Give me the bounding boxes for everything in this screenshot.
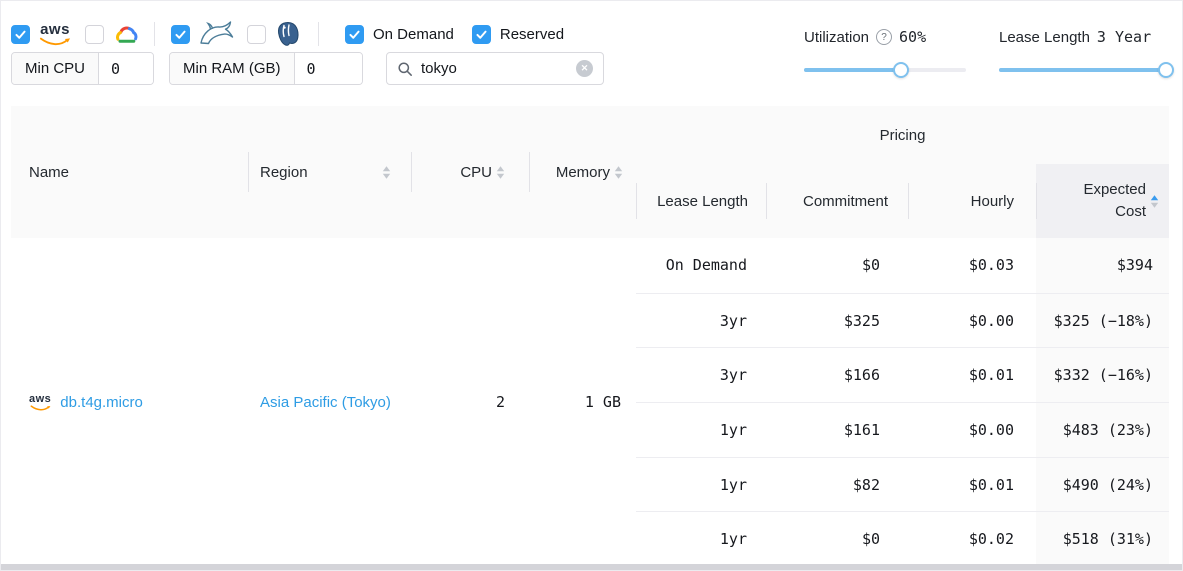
instance-row: aws db.t4g.micro Asia Pacific (Tokyo) 2 … — [11, 238, 636, 566]
commitment-value: $325 — [766, 293, 908, 348]
commitment-column-header[interactable]: Commitment — [766, 164, 908, 238]
filter-divider — [154, 22, 155, 46]
table-body: aws db.t4g.micro Asia Pacific (Tokyo) 2 … — [11, 238, 1169, 566]
min-cpu-label: Min CPU — [12, 53, 99, 84]
lease-length-value: 3yr — [636, 347, 766, 402]
aws-provider-checkbox[interactable] — [11, 25, 30, 44]
help-icon[interactable]: ? — [876, 29, 892, 45]
mysql-logo-icon — [199, 21, 235, 47]
pricing-row: 3yr $325 $0.00 $325 (−18%) — [636, 293, 1169, 348]
lease-length-slider-thumb[interactable] — [1158, 62, 1174, 78]
hourly-value: $0.01 — [908, 457, 1036, 512]
cpu-column-header[interactable]: CPU — [411, 106, 529, 238]
instance-name-cell: aws db.t4g.micro — [11, 238, 248, 566]
pricing-row: 1yr $82 $0.01 $490 (24%) — [636, 457, 1169, 512]
instance-name-link[interactable]: db.t4g.micro — [60, 394, 143, 411]
pricing-group-header: Pricing — [636, 106, 1169, 164]
search-icon — [397, 61, 413, 77]
utilization-slider[interactable] — [804, 62, 966, 78]
hourly-value: $0.00 — [908, 293, 1036, 348]
pricing-row: On Demand $0 $0.03 $394 — [636, 238, 1169, 293]
filter-bar: aws — [11, 20, 564, 48]
expected-cost-value: $518 (31%) — [1036, 511, 1169, 566]
min-ram-label: Min RAM (GB) — [170, 53, 295, 84]
commitment-value: $0 — [766, 238, 908, 293]
name-column-header[interactable]: Name — [11, 106, 248, 238]
commitment-value: $0 — [766, 511, 908, 566]
check-icon — [174, 28, 187, 41]
expected-cost-value: $394 — [1036, 238, 1169, 293]
region-column-header[interactable]: Region — [248, 106, 411, 238]
expected-cost-value: $325 (−18%) — [1036, 293, 1169, 348]
gcp-logo-icon — [114, 24, 140, 45]
pricing-row: 1yr $0 $0.02 $518 (31%) — [636, 511, 1169, 566]
utilization-control: Utilization ? 60% — [804, 28, 966, 78]
postgresql-engine-checkbox[interactable] — [247, 25, 266, 44]
utilization-label: Utilization — [804, 29, 869, 46]
lease-length-value: On Demand — [636, 238, 766, 293]
filter-divider — [318, 22, 319, 46]
mysql-engine-checkbox[interactable] — [171, 25, 190, 44]
table-header: Name Region CPU Memory Pricing Lease Len… — [11, 106, 1169, 238]
aws-logo-icon: aws — [39, 22, 71, 46]
hourly-column-header[interactable]: Hourly — [908, 164, 1036, 238]
lease-length-value: 3yr — [636, 293, 766, 348]
lease-length-control: Lease Length 3 Year — [999, 28, 1166, 78]
utilization-value: 60% — [899, 28, 926, 46]
utilization-slider-thumb[interactable] — [893, 62, 909, 78]
pricing-comparison-page: aws — [0, 0, 1183, 571]
sort-icon[interactable] — [382, 165, 391, 180]
lease-length-slider[interactable] — [999, 62, 1166, 78]
pricing-rows: On Demand $0 $0.03 $394 3yr $325 $0.00 $… — [636, 238, 1169, 566]
pricing-row: 1yr $161 $0.00 $483 (23%) — [636, 402, 1169, 457]
hourly-value: $0.00 — [908, 402, 1036, 457]
aws-provider-icon: aws — [29, 394, 51, 411]
lease-length-value: 1yr — [636, 402, 766, 457]
lease-length-column-header[interactable]: Lease Length — [636, 164, 766, 238]
expected-cost-column-header[interactable]: Expected Cost — [1036, 164, 1169, 238]
cpu-cell: 2 — [411, 238, 529, 566]
hourly-value: $0.02 — [908, 511, 1036, 566]
lease-length-value: 1yr — [636, 457, 766, 512]
on-demand-label: On Demand — [373, 26, 454, 43]
commitment-value: $82 — [766, 457, 908, 512]
pricing-row: 3yr $166 $0.01 $332 (−16%) — [636, 347, 1169, 402]
memory-column-header[interactable]: Memory — [529, 106, 636, 238]
sort-asc-active-icon[interactable] — [1150, 194, 1159, 209]
hourly-value: $0.03 — [908, 238, 1036, 293]
sort-icon[interactable] — [614, 165, 623, 180]
hourly-value: $0.01 — [908, 347, 1036, 402]
min-cpu-group: Min CPU — [11, 52, 154, 85]
min-cpu-input[interactable] — [99, 53, 153, 84]
commitment-value: $161 — [766, 402, 908, 457]
reserved-checkbox[interactable] — [472, 25, 491, 44]
lease-length-label: Lease Length — [999, 29, 1090, 46]
on-demand-checkbox[interactable] — [345, 25, 364, 44]
check-icon — [14, 28, 27, 41]
clear-search-icon[interactable]: ✕ — [576, 60, 593, 77]
lease-length-value: 3 Year — [1097, 28, 1151, 46]
sort-icon[interactable] — [496, 165, 505, 180]
region-link[interactable]: Asia Pacific (Tokyo) — [260, 394, 391, 411]
expected-cost-value: $483 (23%) — [1036, 402, 1169, 457]
expected-cost-value: $490 (24%) — [1036, 457, 1169, 512]
instances-table: Name Region CPU Memory Pricing Lease Len… — [11, 106, 1169, 566]
search-input[interactable] — [421, 60, 568, 77]
search-box: ✕ — [386, 52, 604, 85]
check-icon — [348, 28, 361, 41]
window-bottom-edge — [1, 564, 1182, 570]
commitment-value: $166 — [766, 347, 908, 402]
lease-length-value: 1yr — [636, 511, 766, 566]
check-icon — [475, 28, 488, 41]
postgresql-logo-icon — [275, 21, 301, 47]
reserved-label: Reserved — [500, 26, 564, 43]
expected-cost-value: $332 (−16%) — [1036, 347, 1169, 402]
gcp-provider-checkbox[interactable] — [85, 25, 104, 44]
memory-cell: 1 GB — [529, 238, 636, 566]
min-ram-group: Min RAM (GB) — [169, 52, 363, 85]
region-cell: Asia Pacific (Tokyo) — [248, 238, 411, 566]
min-ram-input[interactable] — [295, 53, 363, 84]
